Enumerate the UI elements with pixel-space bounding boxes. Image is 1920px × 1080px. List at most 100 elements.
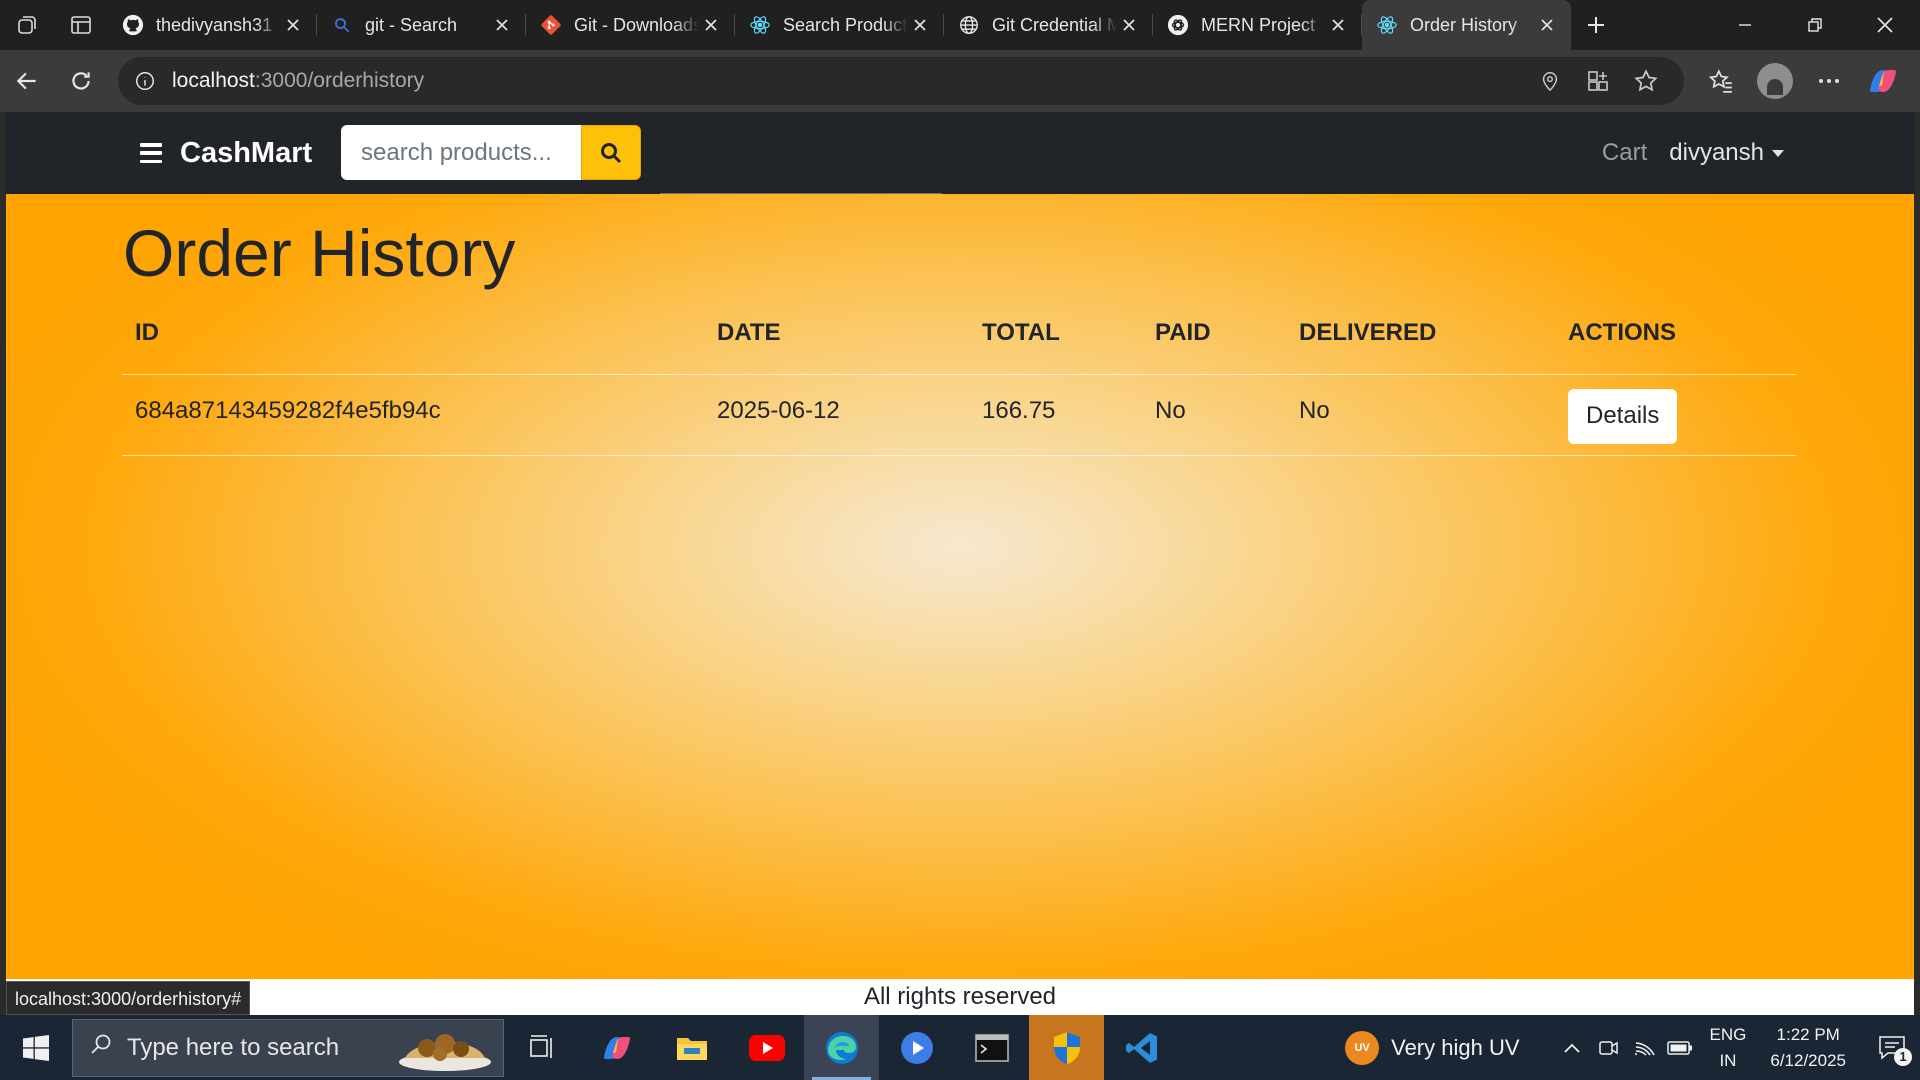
order-date-cell: 2025-06-12 xyxy=(704,374,969,456)
address-bar[interactable]: localhost:3000/orderhistory xyxy=(118,57,1684,105)
hamburger-menu-icon[interactable] xyxy=(140,143,162,163)
globe-icon xyxy=(958,14,980,36)
favorites-icon[interactable] xyxy=(1694,57,1748,105)
close-tab-icon[interactable] xyxy=(699,13,723,37)
media-player-icon[interactable] xyxy=(879,1015,954,1080)
tab-git-downloads[interactable]: Git - Downloads xyxy=(526,0,735,50)
meet-now-icon[interactable] xyxy=(1590,1028,1626,1068)
tab-mern-project[interactable]: MERN Project xyxy=(1153,0,1362,50)
workspaces-icon[interactable] xyxy=(0,0,54,50)
close-tab-icon[interactable] xyxy=(1535,13,1559,37)
cart-link[interactable]: Cart xyxy=(1602,139,1647,167)
windows-start-icon[interactable] xyxy=(0,1015,72,1080)
window-controls xyxy=(1710,0,1920,50)
tab-git-credential[interactable]: Git Credential Manager xyxy=(944,0,1153,50)
tab-title: Git Credential Manager xyxy=(992,14,1117,35)
close-tab-icon[interactable] xyxy=(490,13,514,37)
clock[interactable]: 1:22 PM 6/12/2025 xyxy=(1770,1022,1846,1074)
url-host: localhost xyxy=(172,69,255,92)
new-tab-icon[interactable] xyxy=(1571,0,1621,50)
profile-avatar[interactable] xyxy=(1748,57,1802,105)
column-header-total: TOTAL xyxy=(969,292,1142,375)
taskbar-search-box[interactable]: Type here to search xyxy=(72,1018,504,1077)
column-header-date: DATE xyxy=(704,292,969,375)
search-form xyxy=(341,125,641,180)
tab-title: Git - Downloads xyxy=(574,14,699,35)
wifi-icon[interactable] xyxy=(1626,1028,1662,1068)
column-header-actions: ACTIONS xyxy=(1555,292,1796,375)
order-total-cell: 166.75 xyxy=(969,374,1142,456)
vscode-icon[interactable] xyxy=(1104,1015,1179,1080)
orders-table: ID DATE TOTAL PAID DELIVERED ACTIONS 684… xyxy=(122,292,1796,456)
search-input[interactable] xyxy=(341,125,581,180)
youtube-icon[interactable] xyxy=(729,1015,804,1080)
battery-icon[interactable] xyxy=(1662,1028,1698,1068)
url-text: localhost:3000/orderhistory xyxy=(172,69,1526,93)
column-header-id: ID xyxy=(122,292,704,375)
search-icon xyxy=(89,1032,113,1063)
windows-taskbar: Type here to search UV Very high UV ENG … xyxy=(0,1015,1920,1080)
copilot-app-icon[interactable] xyxy=(579,1015,654,1080)
user-dropdown[interactable]: divyansh xyxy=(1669,139,1784,167)
tab-title: thedivyansh31 xyxy=(156,14,273,35)
web-page: CashMart Cart divyansh Order History ID … xyxy=(6,112,1914,1015)
tab-github[interactable]: thedivyansh31 xyxy=(108,0,317,50)
link-status-tooltip: localhost:3000/orderhistory# xyxy=(6,981,251,1015)
tab-git-search[interactable]: git - Search xyxy=(317,0,526,50)
close-tab-icon[interactable] xyxy=(1117,13,1141,37)
language-indicator[interactable]: ENG IN xyxy=(1710,1022,1747,1074)
copilot-icon[interactable] xyxy=(1856,57,1910,105)
close-tab-icon[interactable] xyxy=(1326,13,1350,37)
openai-icon xyxy=(1167,14,1189,36)
vertical-tabs-icon[interactable] xyxy=(54,0,108,50)
table-row: 684a87143459282f4e5fb94c 2025-06-12 166.… xyxy=(122,374,1796,456)
order-delivered-cell: No xyxy=(1286,374,1555,456)
order-id-cell: 684a87143459282f4e5fb94c xyxy=(122,374,704,456)
language-code: ENG xyxy=(1709,1024,1747,1044)
edge-browser-icon[interactable] xyxy=(804,1015,879,1080)
github-icon xyxy=(122,14,144,36)
order-actions-cell: Details xyxy=(1555,374,1796,456)
nav-links: Cart divyansh xyxy=(1602,112,1784,194)
app-available-icon[interactable] xyxy=(1574,61,1622,101)
notification-count: 1 xyxy=(1894,1047,1912,1066)
search-icon xyxy=(601,142,622,163)
tab-title: Order History xyxy=(1410,14,1518,35)
show-hidden-icons-chevron-up-icon[interactable] xyxy=(1554,1028,1590,1068)
column-header-paid: PAID xyxy=(1142,292,1286,375)
file-explorer-icon[interactable] xyxy=(654,1015,729,1080)
location-icon[interactable] xyxy=(1526,61,1574,101)
search-button[interactable] xyxy=(581,125,641,180)
weather-uv-icon[interactable]: UV xyxy=(1345,1030,1380,1065)
tab-title: MERN Project xyxy=(1201,14,1316,35)
brand-logo[interactable]: CashMart xyxy=(180,137,312,170)
site-navbar: CashMart Cart divyansh xyxy=(6,112,1914,194)
react-icon xyxy=(1376,14,1398,36)
close-tab-icon[interactable] xyxy=(908,13,932,37)
git-icon xyxy=(540,14,562,36)
restore-icon[interactable] xyxy=(1780,0,1850,50)
browser-toolbar: localhost:3000/orderhistory xyxy=(0,50,1920,112)
refresh-icon[interactable] xyxy=(54,57,108,105)
tab-title: Search Products xyxy=(783,14,908,35)
search-highlight-food-icon xyxy=(399,1033,491,1071)
close-tab-icon[interactable] xyxy=(281,13,305,37)
security-shield-icon[interactable] xyxy=(1029,1015,1104,1080)
order-paid-cell: No xyxy=(1142,374,1286,456)
favorite-star-icon[interactable] xyxy=(1622,61,1670,101)
close-window-icon[interactable] xyxy=(1850,0,1920,50)
tab-search-products[interactable]: Search Products xyxy=(735,0,944,50)
minimize-icon[interactable] xyxy=(1710,0,1780,50)
url-path: :3000/orderhistory xyxy=(254,69,425,92)
column-header-delivered: DELIVERED xyxy=(1286,292,1555,375)
notifications-icon[interactable]: 1 xyxy=(1872,1028,1912,1068)
back-arrow-icon[interactable] xyxy=(0,57,54,105)
task-view-icon[interactable] xyxy=(504,1015,579,1080)
weather-text[interactable]: Very high UV xyxy=(1391,1035,1519,1061)
details-button[interactable]: Details xyxy=(1568,388,1678,444)
more-options-icon[interactable] xyxy=(1802,57,1856,105)
site-info-icon[interactable] xyxy=(132,68,158,94)
terminal-icon[interactable] xyxy=(954,1015,1029,1080)
tab-order-history[interactable]: Order History xyxy=(1362,0,1571,50)
region-code: IN xyxy=(1719,1050,1737,1070)
